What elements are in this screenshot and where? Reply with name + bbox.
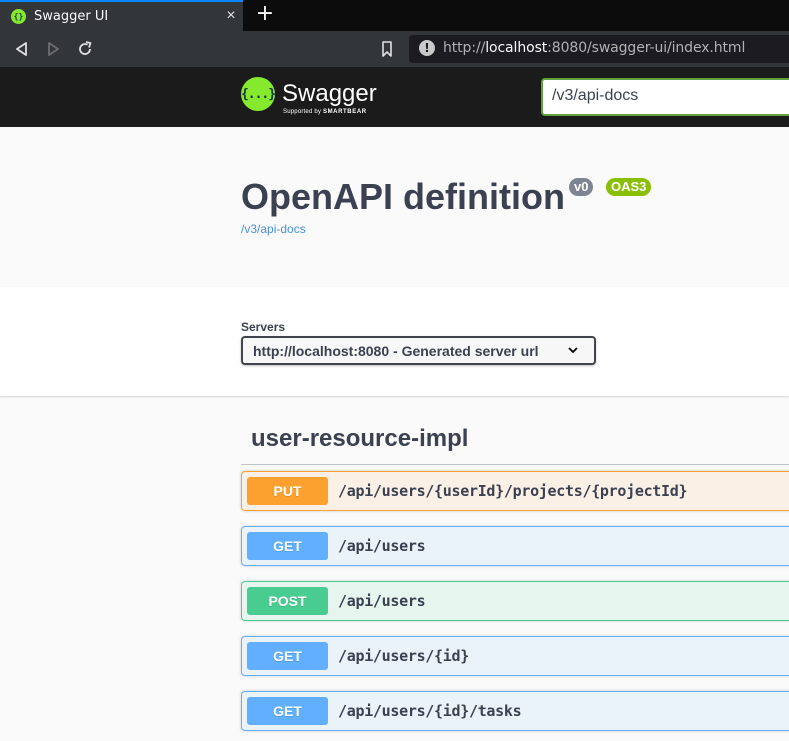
site-info-icon[interactable]: ! <box>419 40 435 56</box>
version-badge: v0 <box>569 178 594 196</box>
chevron-down-icon <box>568 347 578 354</box>
servers-label: Servers <box>241 320 286 334</box>
browser-tab-bar: {} Swagger UI × + <box>0 0 789 31</box>
swagger-logo-text[interactable]: Swagger <box>282 80 377 108</box>
close-tab-icon[interactable]: × <box>223 8 239 24</box>
page-title: OpenAPI definition <box>241 176 565 217</box>
operation-get-user-by-id[interactable]: GET /api/users/{id} <box>241 636 789 676</box>
operation-path: /api/users <box>338 537 426 555</box>
tag-title[interactable]: user-resource-impl <box>251 425 468 453</box>
operation-get-users[interactable]: GET /api/users <box>241 526 789 566</box>
operation-path: /api/users <box>338 592 426 610</box>
operation-get-user-tasks[interactable]: GET /api/users/{id}/tasks <box>241 691 789 731</box>
spec-link[interactable]: /v3/api-docs <box>241 222 306 236</box>
method-badge: GET <box>247 697 328 725</box>
operation-path: /api/users/{id}/tasks <box>338 702 522 720</box>
operation-put-user-project[interactable]: PUT /api/users/{userId}/projects/{projec… <box>241 471 789 511</box>
new-tab-button[interactable]: + <box>255 3 275 25</box>
method-badge: PUT <box>247 477 328 505</box>
method-badge: GET <box>247 642 328 670</box>
operation-post-users[interactable]: POST /api/users <box>241 581 789 621</box>
reload-icon[interactable] <box>75 39 95 59</box>
method-badge: POST <box>247 587 328 615</box>
swagger-logo-icon[interactable]: {...} <box>241 77 276 111</box>
forward-icon[interactable] <box>43 39 63 59</box>
operation-path: /api/users/{userId}/projects/{projectId} <box>338 482 688 500</box>
back-icon[interactable] <box>12 39 32 59</box>
browser-tab[interactable]: {} Swagger UI × <box>0 0 243 31</box>
servers-select[interactable]: http://localhost:8080 - Generated server… <box>241 336 596 365</box>
address-text[interactable]: http://localhost:8080/swagger-ui/index.h… <box>443 40 745 56</box>
tag-divider <box>241 464 789 465</box>
bookmark-icon[interactable] <box>377 39 397 59</box>
tab-title: Swagger UI <box>34 9 109 24</box>
swagger-favicon-icon: {} <box>11 9 26 24</box>
spec-url-input[interactable]: /v3/api-docs <box>541 78 789 116</box>
smartbear-tagline: Supported by SMARTBEAR <box>283 109 367 115</box>
oas-badge: OAS3 <box>606 178 652 196</box>
operation-path: /api/users/{id} <box>338 647 469 665</box>
method-badge: GET <box>247 532 328 560</box>
